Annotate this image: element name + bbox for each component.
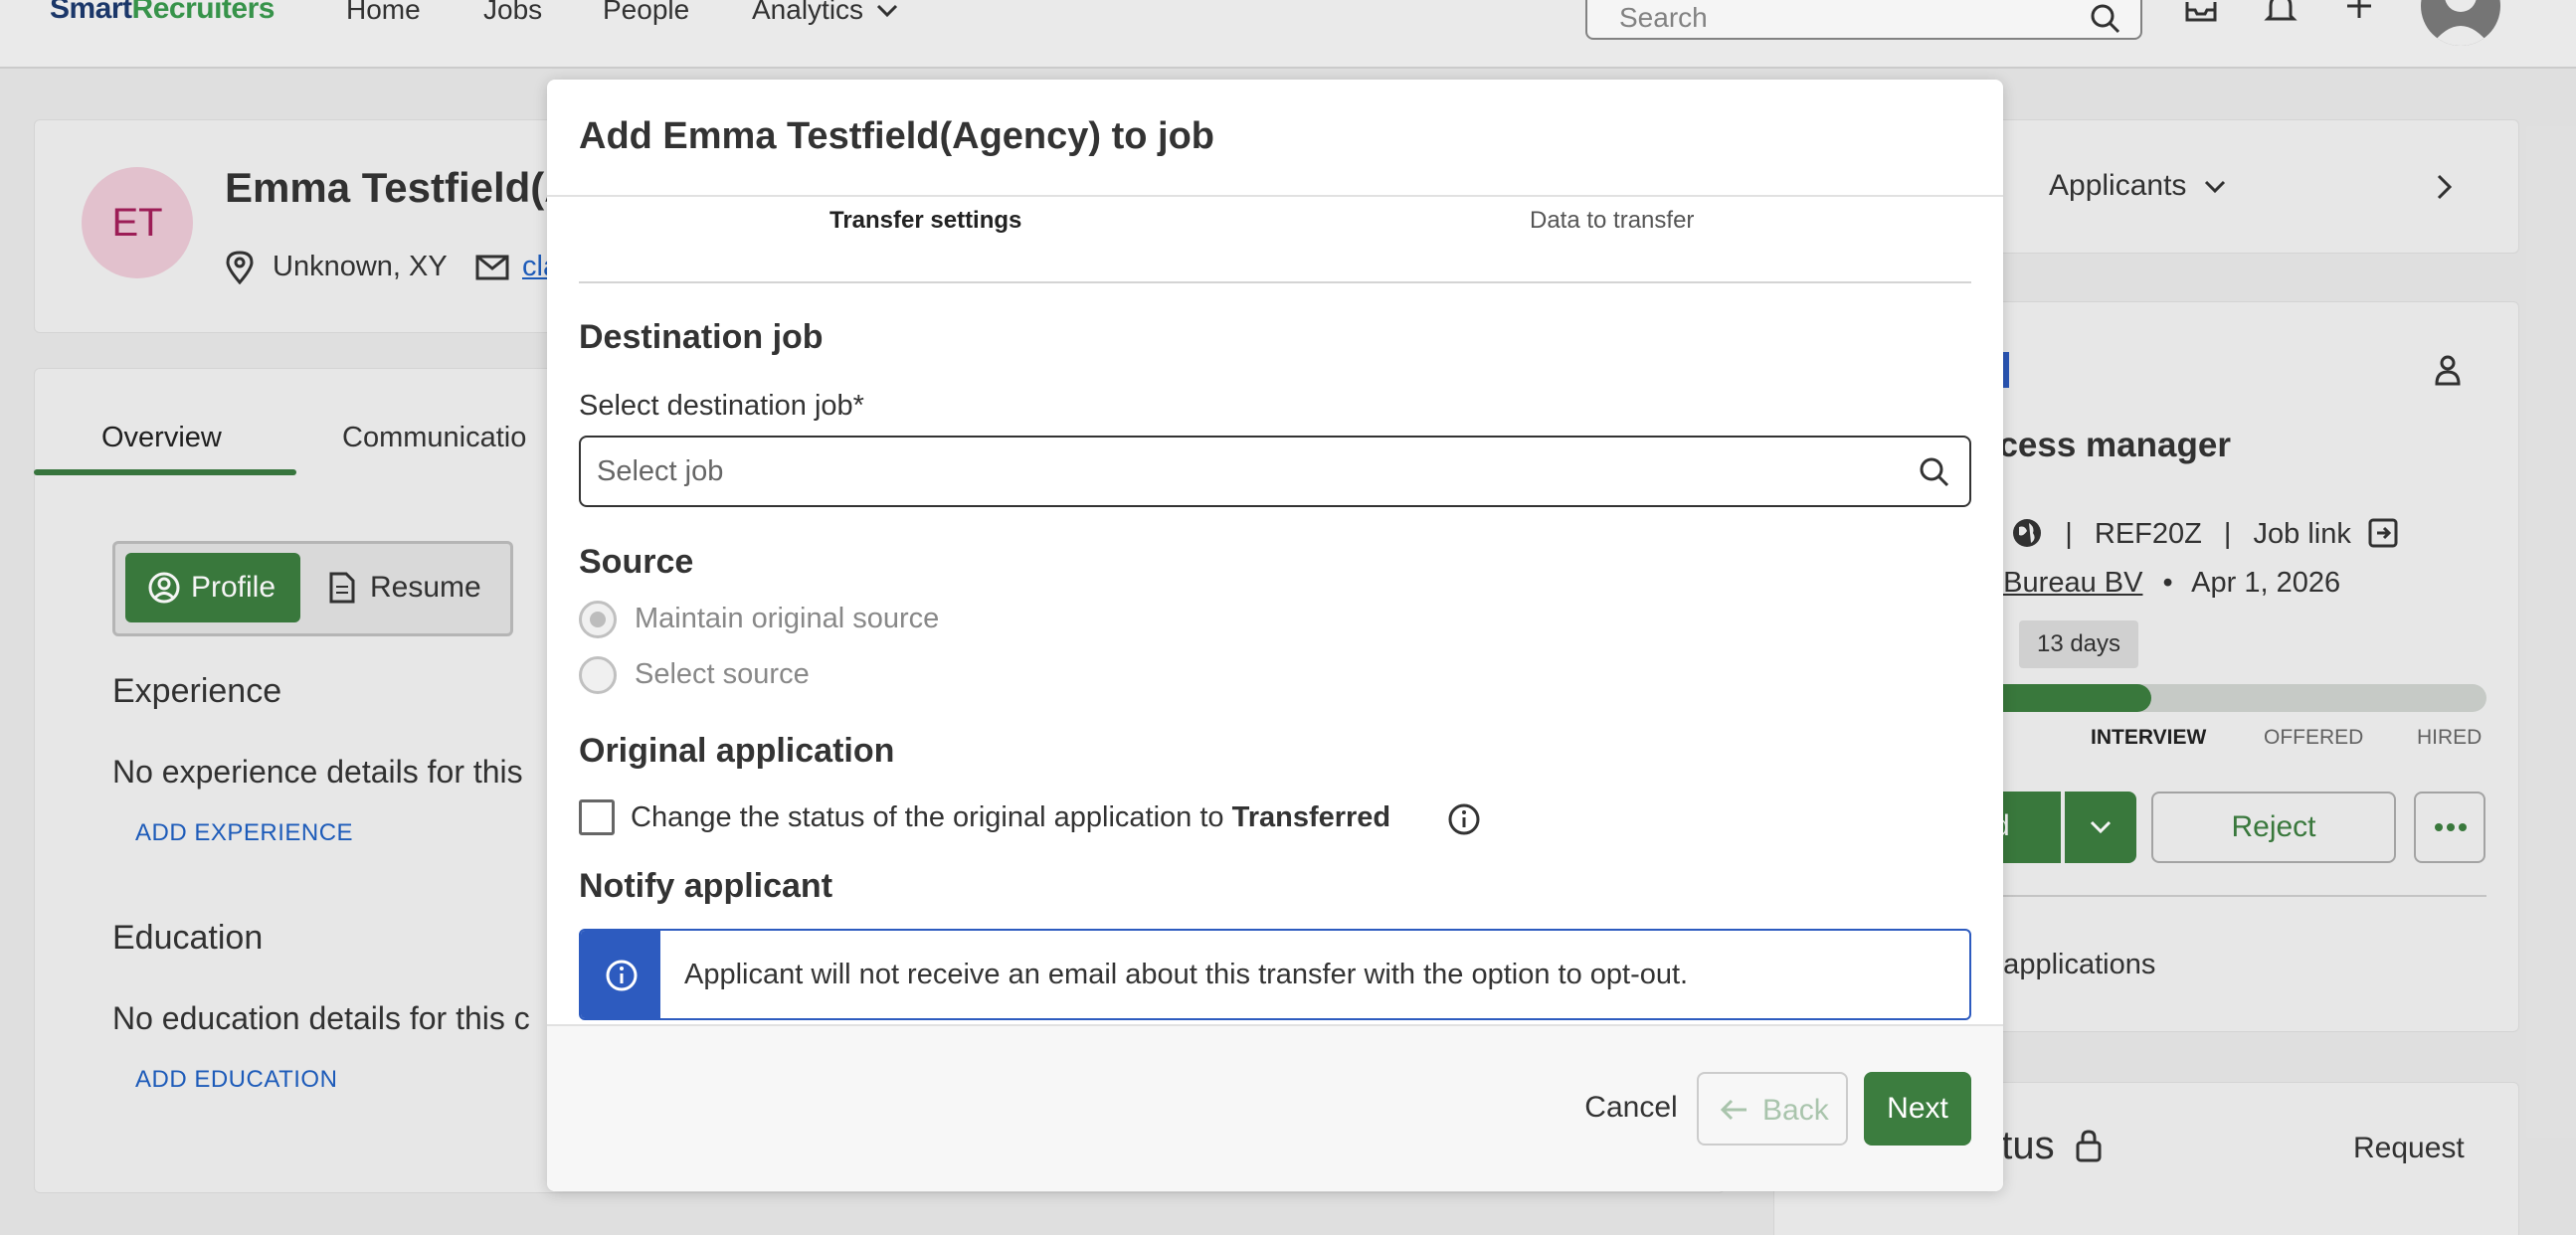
radio-select-source-label: Select source <box>635 658 810 690</box>
original-application-heading: Original application <box>579 732 895 770</box>
destination-job-label: Select destination job* <box>579 390 864 422</box>
search-icon <box>1920 457 1949 487</box>
tab-transfer-settings[interactable]: Transfer settings <box>829 207 1021 235</box>
arrow-left-icon <box>1720 1099 1747 1121</box>
info-icon <box>606 960 638 991</box>
modal-header-divider <box>547 195 2003 197</box>
transfer-status-label: Change the status of the original applic… <box>631 801 1391 833</box>
transfer-status-checkbox[interactable] <box>579 799 615 835</box>
notify-info-text: Applicant will not receive an email abou… <box>684 959 1689 990</box>
tab-data-to-transfer[interactable]: Data to transfer <box>1530 207 1694 235</box>
destination-job-select[interactable]: Select job <box>579 436 1971 507</box>
back-button[interactable]: Back <box>1697 1072 1848 1146</box>
tabs-divider <box>579 281 1971 283</box>
destination-job-heading: Destination job <box>579 318 824 356</box>
radio-select-source-input <box>579 656 617 694</box>
notice-accent-bar <box>581 931 660 1018</box>
modal-title: Add Emma Testfield(Agency) to job <box>579 115 1215 157</box>
back-label: Back <box>1762 1094 1829 1127</box>
add-to-job-modal: Add Emma Testfield(Agency) to job Transf… <box>547 80 2003 1191</box>
cancel-button[interactable]: Cancel <box>1562 1072 1701 1144</box>
info-icon[interactable] <box>1448 803 1480 835</box>
radio-maintain-source-label: Maintain original source <box>635 603 940 634</box>
destination-job-placeholder: Select job <box>597 455 724 487</box>
radio-maintain-source-input <box>579 601 617 638</box>
next-button[interactable]: Next <box>1864 1072 1971 1146</box>
notify-applicant-heading: Notify applicant <box>579 867 833 905</box>
source-heading: Source <box>579 543 694 581</box>
notify-info-banner: Applicant will not receive an email abou… <box>579 929 1971 1020</box>
